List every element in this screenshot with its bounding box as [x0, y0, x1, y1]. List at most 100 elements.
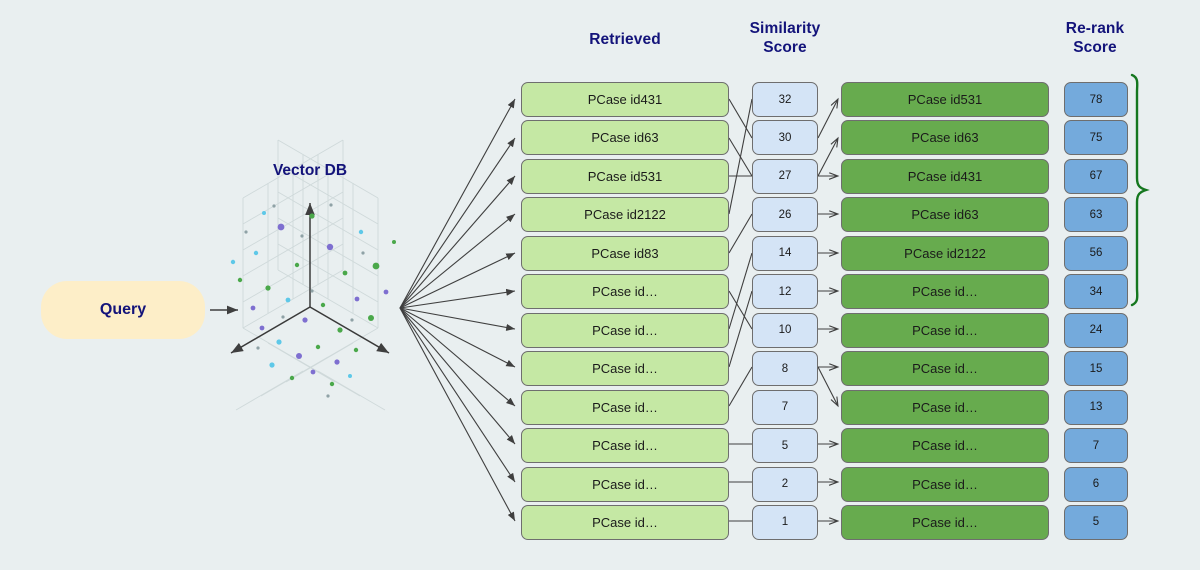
reranked-item-label: PCase id531	[907, 92, 983, 107]
retrieved-item-label: PCase id431	[587, 92, 663, 107]
retrieved-item-label: PCase id83	[591, 245, 659, 261]
reranked-item[interactable]: PCase id…	[841, 389, 1049, 425]
similarity-score[interactable]: 7	[752, 389, 818, 425]
similarity-score[interactable]: 10	[752, 312, 818, 348]
reranked-item-label: PCase id431	[907, 168, 983, 184]
similarity-score-label: 7	[781, 401, 789, 414]
rerank-score[interactable]: 13	[1064, 389, 1128, 425]
rerank-score[interactable]: 56	[1064, 235, 1128, 271]
reranked-item-label: PCase id…	[912, 476, 978, 492]
similarity-score[interactable]: 8	[752, 351, 818, 387]
retrieved-item[interactable]: PCase id…	[521, 428, 729, 464]
rerank-score-label: 75	[1089, 131, 1103, 144]
retrieved-item-label: PCase id…	[592, 438, 658, 454]
reranked-item[interactable]: PCase id2122	[841, 235, 1049, 271]
reranked-item[interactable]: PCase id431	[841, 158, 1049, 194]
retrieved-item[interactable]: PCase id…	[521, 389, 729, 425]
retrieved-item-label: PCase id…	[592, 284, 658, 300]
rerank-score-label: 15	[1089, 362, 1103, 375]
retrieved-item[interactable]: PCase id…	[521, 504, 729, 540]
rerank-score[interactable]: 15	[1064, 351, 1128, 387]
similarity-score-label: 8	[781, 362, 789, 375]
reranked-item-label: PCase id…	[912, 438, 978, 454]
similarity-score-label: 14	[778, 247, 792, 260]
rerank-score[interactable]: 24	[1064, 312, 1128, 348]
retrieved-item[interactable]: PCase id…	[521, 312, 729, 348]
rerank-score[interactable]: 63	[1064, 197, 1128, 233]
column-header-retrieved: Retrieved	[521, 30, 729, 49]
rerank-score-label: 78	[1089, 93, 1103, 106]
vector-db-label-text: Vector DB	[272, 162, 348, 179]
similarity-score[interactable]: 32	[752, 82, 818, 117]
retrieved-item-label: PCase id…	[592, 361, 658, 377]
reranked-item[interactable]: PCase id63	[841, 197, 1049, 233]
vector-db-points	[230, 203, 396, 398]
retrieved-item[interactable]: PCase id531	[521, 158, 729, 194]
header-rerank-line2: Score	[1073, 39, 1117, 57]
rerank-score-label: 63	[1089, 208, 1103, 221]
retrieved-item-label: PCase id…	[592, 322, 658, 338]
reranked-item[interactable]: PCase id…	[841, 466, 1049, 502]
similarity-score-label: 2	[781, 478, 789, 490]
rerank-score-label: 13	[1089, 401, 1103, 414]
header-similarity-line1: Similarity	[749, 20, 821, 37]
retrieved-item-label: PCase id…	[592, 476, 658, 492]
similarity-score-label: 12	[778, 285, 792, 298]
query-node[interactable]: Query	[41, 281, 205, 339]
rerank-score-label: 67	[1089, 170, 1103, 183]
vectordb-to-retrieved-arrows	[399, 98, 516, 522]
rerank-score[interactable]: 67	[1064, 158, 1128, 194]
reranked-item[interactable]: PCase id531	[841, 82, 1049, 117]
rerank-score-label: 7	[1092, 439, 1100, 452]
column-header-similarity-score: Similarity Score	[735, 19, 835, 58]
rerank-score-label: 34	[1089, 285, 1103, 298]
similarity-score-label: 26	[778, 208, 792, 221]
retrieved-item[interactable]: PCase id431	[521, 82, 729, 117]
rerank-score-label: 24	[1089, 324, 1103, 337]
header-rerank-line1: Re-rank	[1065, 20, 1125, 37]
similarity-score[interactable]: 27	[752, 158, 818, 194]
similarity-score-label: 27	[778, 170, 792, 183]
similarity-score-label: 30	[778, 131, 792, 144]
rerank-score[interactable]: 5	[1064, 504, 1128, 540]
retrieved-to-similarity-lines	[728, 98, 753, 522]
retrieved-item-label: PCase id2122	[584, 207, 666, 223]
reranked-item[interactable]: PCase id…	[841, 312, 1049, 348]
retrieved-item-label: PCase id…	[592, 514, 658, 530]
vector-db-label: Vector DB	[230, 162, 390, 180]
reranked-item-label: PCase id63	[911, 130, 979, 146]
reranked-item[interactable]: PCase id…	[841, 351, 1049, 387]
vector-db-grid	[235, 139, 386, 411]
header-similarity-line2: Score	[763, 39, 807, 57]
reranked-item[interactable]: PCase id63	[841, 120, 1049, 156]
reranked-item[interactable]: PCase id…	[841, 274, 1049, 310]
reranked-item-label: PCase id…	[912, 322, 978, 338]
retrieved-item-label: PCase id63	[591, 130, 659, 146]
similarity-score[interactable]: 1	[752, 504, 818, 540]
query-label: Query	[99, 301, 147, 318]
rerank-score[interactable]: 34	[1064, 274, 1128, 310]
retrieved-item[interactable]: PCase id2122	[521, 197, 729, 233]
rerank-score-label: 5	[1092, 516, 1100, 529]
similarity-score[interactable]: 30	[752, 120, 818, 156]
retrieved-item[interactable]: PCase id83	[521, 235, 729, 271]
similarity-score[interactable]: 26	[752, 197, 818, 233]
retrieved-item-label: PCase id531	[587, 168, 663, 184]
rerank-score[interactable]: 6	[1064, 466, 1128, 502]
similarity-score[interactable]: 5	[752, 428, 818, 464]
similarity-score[interactable]: 2	[752, 466, 818, 502]
reranked-item[interactable]: PCase id…	[841, 504, 1049, 540]
reranked-item-label: PCase id…	[912, 514, 978, 530]
similarity-score-label: 5	[781, 439, 789, 452]
retrieved-item[interactable]: PCase id…	[521, 274, 729, 310]
reranked-item[interactable]: PCase id…	[841, 428, 1049, 464]
retrieved-item[interactable]: PCase id63	[521, 120, 729, 156]
similarity-score[interactable]: 14	[752, 235, 818, 271]
rerank-score-label: 56	[1089, 247, 1103, 260]
similarity-score[interactable]: 12	[752, 274, 818, 310]
rerank-score[interactable]: 7	[1064, 428, 1128, 464]
retrieved-item[interactable]: PCase id…	[521, 351, 729, 387]
retrieved-item[interactable]: PCase id…	[521, 466, 729, 502]
rerank-score[interactable]: 78	[1064, 82, 1128, 117]
rerank-score[interactable]: 75	[1064, 120, 1128, 156]
